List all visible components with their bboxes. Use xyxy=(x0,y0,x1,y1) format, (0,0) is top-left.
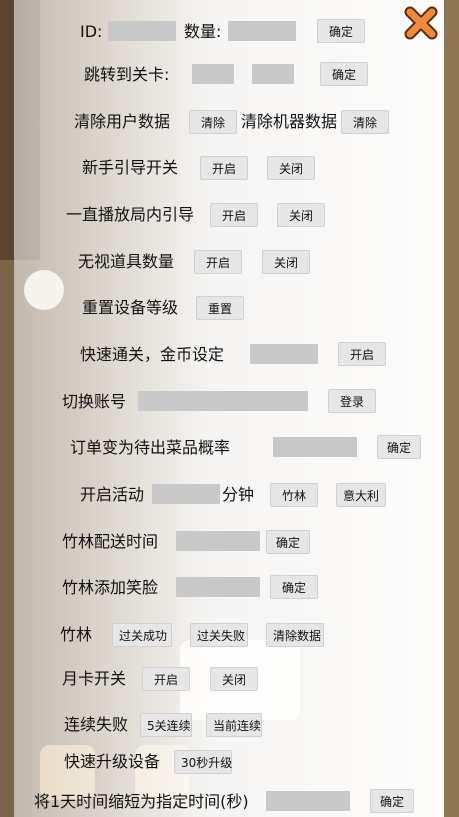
bamboo-add-smile-label: 竹林添加笑脸 xyxy=(62,578,159,597)
smile-count-input[interactable] xyxy=(176,577,260,597)
bamboo-delivery-time-label: 竹林配送时间 xyxy=(62,532,159,551)
bamboo-clear-data-button[interactable]: 清除数据 xyxy=(266,623,324,647)
event-italy-button[interactable]: 意大利 xyxy=(336,483,386,507)
quick-clear-coin-label: 快速通关，金币设定 xyxy=(80,345,225,364)
jump-level-confirm-button[interactable]: 确定 xyxy=(320,62,368,86)
add-smile-confirm-button[interactable]: 确定 xyxy=(270,575,318,599)
ingame-guide-label: 一直播放局内引导 xyxy=(66,205,195,224)
day-duration-confirm-button[interactable]: 确定 xyxy=(370,789,414,813)
switch-account-label: 切换账号 xyxy=(62,392,127,411)
jump-level-label: 跳转到关卡: xyxy=(84,65,170,84)
tutorial-off-button[interactable]: 关闭 xyxy=(267,156,315,180)
event-bamboo-button[interactable]: 竹林 xyxy=(270,483,318,507)
delivery-time-confirm-button[interactable]: 确定 xyxy=(266,530,310,554)
debug-rows: ID: 数量: 确定 跳转到关卡: 确定 清除用户数据 清除 清除机器数据 清除… xyxy=(0,0,459,817)
day-duration-label: 将1天时间缩短为指定时间(秒) xyxy=(34,792,249,811)
ignore-item-count-on-button[interactable]: 开启 xyxy=(194,250,242,274)
clear-user-data-button[interactable]: 清除 xyxy=(189,110,237,134)
reset-device-level-button[interactable]: 重置 xyxy=(196,296,244,320)
id-input[interactable] xyxy=(108,21,176,41)
bamboo-fail-button[interactable]: 过关失败 xyxy=(190,623,248,647)
day-duration-input[interactable] xyxy=(266,791,350,811)
bamboo-label: 竹林 xyxy=(60,625,93,644)
ingame-guide-off-button[interactable]: 关闭 xyxy=(277,203,325,227)
delivery-time-input[interactable] xyxy=(176,531,260,551)
probability-input[interactable] xyxy=(273,437,357,457)
clear-machine-data-button[interactable]: 清除 xyxy=(341,110,389,134)
monthly-card-on-button[interactable]: 开启 xyxy=(142,667,190,691)
ignore-item-count-off-button[interactable]: 关闭 xyxy=(262,250,310,274)
minutes-unit-label: 分钟 xyxy=(222,485,255,504)
quick-upgrade-device-label: 快速升级设备 xyxy=(64,752,161,771)
clear-machine-data-label: 清除机器数据 xyxy=(241,112,338,131)
current-streak-button[interactable]: 当前连续 xyxy=(206,713,262,737)
quantity-input[interactable] xyxy=(228,21,296,41)
chapter-input[interactable] xyxy=(192,64,234,84)
tutorial-on-button[interactable]: 开启 xyxy=(200,156,248,180)
monthly-card-toggle-label: 月卡开关 xyxy=(62,669,127,688)
level-input[interactable] xyxy=(252,64,294,84)
quantity-label: 数量: xyxy=(184,22,222,41)
ignore-item-count-label: 无视道具数量 xyxy=(78,252,175,271)
thirty-second-upgrade-button[interactable]: 30秒升级 xyxy=(174,750,232,774)
start-event-label: 开启活动 xyxy=(80,485,145,504)
event-minutes-input[interactable] xyxy=(152,484,220,504)
probability-confirm-button[interactable]: 确定 xyxy=(377,435,421,459)
add-item-confirm-button[interactable]: 确定 xyxy=(317,19,365,43)
reset-device-level-label: 重置设备等级 xyxy=(82,298,179,317)
tutorial-toggle-label: 新手引导开关 xyxy=(82,158,179,177)
quick-clear-on-button[interactable]: 开启 xyxy=(338,342,386,366)
bamboo-pass-button[interactable]: 过关成功 xyxy=(112,623,172,647)
close-button[interactable] xyxy=(402,4,440,42)
login-button[interactable]: 登录 xyxy=(328,389,376,413)
order-probability-label: 订单变为待出菜品概率 xyxy=(70,438,231,457)
account-input[interactable] xyxy=(138,391,308,411)
five-level-streak-button[interactable]: 5关连续 xyxy=(140,713,192,737)
coin-amount-input[interactable] xyxy=(250,344,318,364)
monthly-card-off-button[interactable]: 关闭 xyxy=(210,667,258,691)
consecutive-fail-label: 连续失败 xyxy=(64,715,129,734)
ingame-guide-on-button[interactable]: 开启 xyxy=(210,203,258,227)
close-icon xyxy=(404,6,438,40)
id-label: ID: xyxy=(80,22,103,41)
clear-user-data-label: 清除用户数据 xyxy=(74,112,171,131)
